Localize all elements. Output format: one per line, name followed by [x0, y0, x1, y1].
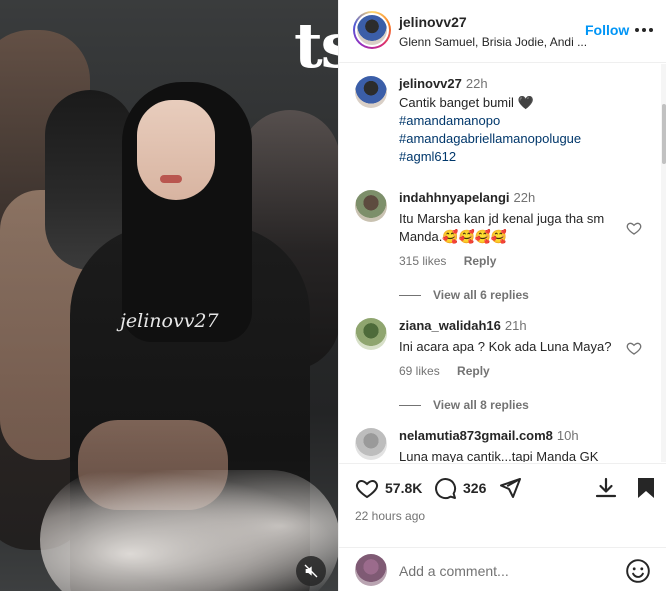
comment-text: Luna maya cantik...tapi Manda GK	[399, 449, 599, 462]
like-comment-heart-icon[interactable]	[626, 220, 642, 236]
caption-time: 22h	[465, 76, 488, 91]
posted-time[interactable]: 22 hours ago	[355, 509, 425, 523]
hashtag-link[interactable]: #amandagabriellamanopolugue	[399, 130, 627, 148]
follow-button[interactable]: Follow	[585, 22, 629, 38]
mute-button[interactable]	[296, 556, 326, 586]
speaker-muted-icon	[304, 564, 318, 578]
save-button[interactable]	[635, 476, 657, 500]
view-replies-button[interactable]: View all 8 replies	[399, 398, 529, 412]
author-tagged-users[interactable]: Glenn Samuel, Brisia Jodie, Andi ...	[399, 35, 589, 49]
hashtag-link[interactable]: #amandamanopo	[399, 112, 627, 130]
commenter-username[interactable]: ziana_walidah16	[399, 318, 501, 333]
author-username[interactable]: jelinovv27	[399, 14, 467, 30]
caption-text: Cantik banget bumil 🖤	[399, 95, 534, 110]
download-icon	[595, 477, 617, 498]
comment-time: 10h	[556, 428, 579, 443]
commenter-username[interactable]: indahhnyapelangi	[399, 190, 510, 205]
more-horizontal-icon	[635, 28, 639, 32]
comments-scrollbar[interactable]	[661, 64, 666, 462]
comment-time: 22h	[513, 190, 536, 205]
comments-list[interactable]: jelinovv27 22h Cantik banget bumil 🖤 #ama…	[339, 64, 666, 462]
commenter-avatar[interactable]	[355, 428, 387, 460]
comment-likes[interactable]: 315 likes	[399, 254, 446, 268]
send-icon	[500, 478, 521, 498]
author-avatar[interactable]	[353, 11, 391, 49]
comment-bubble-icon	[435, 478, 457, 500]
watermark-text: jelinovv27	[120, 310, 219, 332]
caption-avatar[interactable]	[355, 76, 387, 108]
post-media[interactable]: ts jelinovv27	[0, 0, 338, 591]
hashtag-link[interactable]: #agml612	[399, 148, 627, 166]
post-header: jelinovv27 Glenn Samuel, Brisia Jodie, A…	[339, 0, 666, 63]
comment-button[interactable]: 326	[433, 476, 486, 500]
emoji-icon[interactable]	[625, 558, 651, 584]
reply-button[interactable]: Reply	[464, 254, 497, 268]
view-replies-button[interactable]: View all 6 replies	[399, 288, 529, 302]
caption-username[interactable]: jelinovv27	[399, 76, 462, 91]
woman-lips	[160, 175, 182, 183]
commenter-username[interactable]: nelamutia873gmail.com8	[399, 428, 553, 443]
commenter-avatar[interactable]	[355, 190, 387, 222]
current-user-avatar	[355, 554, 387, 586]
like-comment-heart-icon[interactable]	[626, 340, 642, 356]
comment-count: 326	[463, 480, 487, 496]
foreground-flowers	[40, 470, 338, 591]
add-comment-input[interactable]	[399, 560, 619, 582]
download-button[interactable]	[594, 476, 618, 500]
comment-likes[interactable]: 69 likes	[399, 364, 440, 378]
more-options-button[interactable]	[635, 22, 657, 38]
comment-time: 21h	[504, 318, 527, 333]
comment-text: Ini acara apa ? Kok ada Luna Maya?	[399, 339, 612, 354]
bookmark-icon	[638, 478, 654, 498]
channel-logo: ts	[294, 9, 338, 82]
heart-icon	[355, 479, 379, 499]
comment-text: Itu Marsha kan jd kenal juga tha sm Mand…	[399, 211, 605, 244]
add-comment-bar	[339, 547, 666, 591]
commenter-avatar[interactable]	[355, 318, 387, 350]
woman-face	[137, 100, 215, 200]
share-button[interactable]	[498, 476, 522, 500]
post-side-panel: jelinovv27 Glenn Samuel, Brisia Jodie, A…	[338, 0, 666, 591]
like-button[interactable]: 57.8K	[355, 476, 422, 500]
like-count[interactable]: 57.8K	[385, 480, 422, 496]
reply-button[interactable]: Reply	[457, 364, 490, 378]
post-actions: 57.8K 326 22 hours ago	[339, 463, 666, 591]
